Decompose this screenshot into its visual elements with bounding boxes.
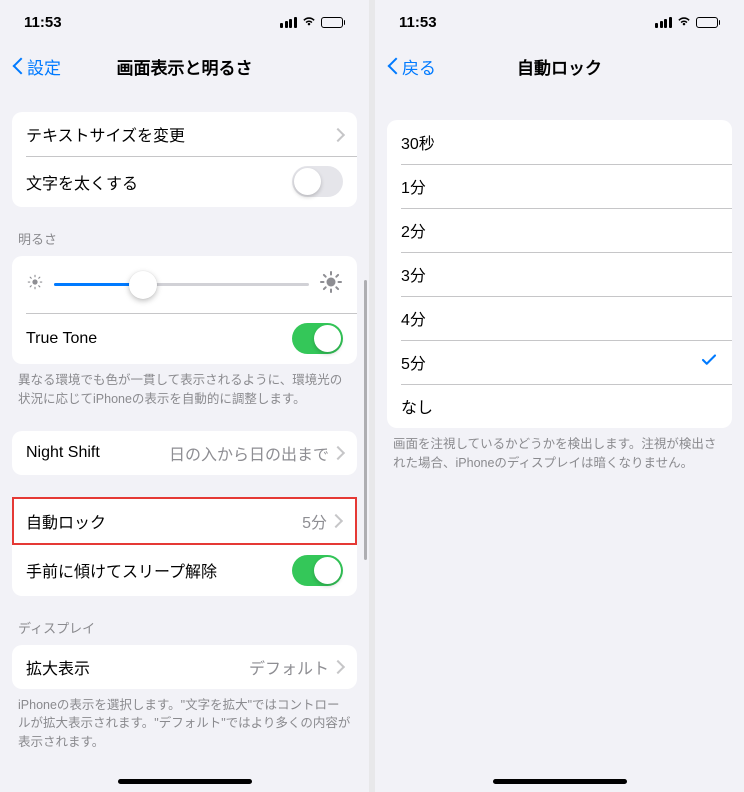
- back-button[interactable]: 設定: [12, 54, 61, 79]
- toggle-raise[interactable]: [292, 555, 343, 586]
- row-label: Night Shift: [26, 444, 169, 462]
- row-night-shift[interactable]: Night Shift 日の入から日の出まで: [12, 431, 357, 475]
- sun-large-icon: [319, 270, 343, 299]
- option-label: 4分: [401, 306, 718, 330]
- battery-icon: [696, 17, 721, 28]
- back-button[interactable]: 戻る: [387, 54, 436, 79]
- status-bar: 11:53: [375, 0, 744, 44]
- row-label: 自動ロック: [26, 509, 302, 533]
- device-display-settings: 11:53 設定 画面表示と明るさ テキストサイズを変更: [0, 0, 369, 792]
- group-footer-display: iPhoneの表示を選択します。"文字を拡大"ではコントロールが拡大表示されます…: [0, 689, 369, 752]
- device-autolock: 11:53 戻る 自動ロック 30秒 1分 2分 3分 4分 5分なし 画面を注視している…: [375, 0, 744, 792]
- chevron-left-icon: [387, 56, 399, 76]
- brightness-slider[interactable]: [54, 283, 309, 286]
- status-icons: [655, 14, 720, 31]
- row-bold-text[interactable]: 文字を太くする: [12, 156, 357, 207]
- row-display-zoom[interactable]: 拡大表示 デフォルト: [12, 645, 357, 689]
- nav-bar: 戻る 自動ロック: [375, 44, 744, 88]
- row-label: 文字を太くする: [26, 170, 292, 194]
- row-value: デフォルト: [249, 655, 329, 679]
- display-group: ディスプレイ 拡大表示 デフォルト iPhoneの表示を選択します。"文字を拡大…: [0, 618, 369, 752]
- row-true-tone[interactable]: True Tone: [12, 313, 357, 364]
- option-row[interactable]: 2分: [387, 208, 732, 252]
- wifi-icon: [301, 14, 317, 31]
- group-header-display: ディスプレイ: [0, 618, 369, 645]
- chevron-left-icon: [12, 56, 24, 76]
- row-label: 拡大表示: [26, 655, 249, 679]
- option-row[interactable]: なし: [387, 384, 732, 428]
- row-auto-lock[interactable]: 自動ロック 5分: [14, 499, 355, 543]
- status-icons: [280, 14, 345, 31]
- option-label: 30秒: [401, 130, 718, 154]
- option-label: 5分: [401, 350, 700, 374]
- cellular-icon: [655, 17, 672, 28]
- checkmark-icon: [700, 351, 718, 374]
- group-footer-autolock: 画面を注視しているかどうかを検出します。注視が検出された場合、iPhoneのディ…: [375, 428, 744, 473]
- autolock-group: 自動ロック 5分 手前に傾けてスリープ解除: [0, 497, 369, 596]
- scroll-indicator[interactable]: [364, 280, 367, 560]
- home-indicator[interactable]: [493, 779, 627, 784]
- group-footer-brightness: 異なる環境でも色が一貫して表示されるように、環境光の状況に応じてiPhoneの表…: [0, 364, 369, 409]
- back-label: 設定: [27, 54, 61, 79]
- nav-bar: 設定 画面表示と明るさ: [0, 44, 369, 88]
- chevron-right-icon: [333, 514, 341, 527]
- wifi-icon: [676, 14, 692, 31]
- settings-content: テキストサイズを変更 文字を太くする 明るさ: [0, 88, 369, 752]
- row-text-size[interactable]: テキストサイズを変更: [12, 112, 357, 156]
- highlight-autolock: 自動ロック 5分: [12, 497, 357, 545]
- battery-icon: [321, 17, 346, 28]
- back-label: 戻る: [402, 54, 436, 79]
- option-row[interactable]: 1分: [387, 164, 732, 208]
- option-label: 3分: [401, 262, 718, 286]
- row-brightness-slider: [12, 256, 357, 313]
- row-label: 手前に傾けてスリープ解除: [26, 558, 292, 582]
- toggle-bold[interactable]: [292, 166, 343, 197]
- row-label: テキストサイズを変更: [26, 122, 335, 146]
- option-row[interactable]: 4分: [387, 296, 732, 340]
- option-row[interactable]: 30秒: [387, 120, 732, 164]
- option-row[interactable]: 3分: [387, 252, 732, 296]
- sun-small-icon: [26, 273, 44, 296]
- autolock-content: 30秒 1分 2分 3分 4分 5分なし 画面を注視しているかどうかを検出します。注視が検…: [375, 88, 744, 473]
- row-value: 5分: [302, 509, 327, 533]
- text-group: テキストサイズを変更 文字を太くする: [0, 112, 369, 207]
- status-bar: 11:53: [0, 0, 369, 44]
- cellular-icon: [280, 17, 297, 28]
- toggle-truetone[interactable]: [292, 323, 343, 354]
- options-list: 30秒 1分 2分 3分 4分 5分なし: [387, 120, 732, 428]
- row-value: 日の入から日の出まで: [169, 441, 329, 465]
- nightshift-group: Night Shift 日の入から日の出まで: [0, 431, 369, 475]
- chevron-right-icon: [335, 446, 343, 459]
- option-row[interactable]: 5分: [387, 340, 732, 384]
- row-raise-to-wake[interactable]: 手前に傾けてスリープ解除: [12, 545, 357, 596]
- option-label: 1分: [401, 174, 718, 198]
- home-indicator[interactable]: [118, 779, 252, 784]
- option-label: なし: [401, 394, 718, 418]
- status-time: 11:53: [24, 14, 62, 31]
- option-label: 2分: [401, 218, 718, 242]
- row-label: True Tone: [26, 330, 292, 348]
- status-time: 11:53: [399, 14, 437, 31]
- chevron-right-icon: [335, 660, 343, 673]
- brightness-group: 明るさ: [0, 229, 369, 409]
- options-group: 30秒 1分 2分 3分 4分 5分なし 画面を注視しているかどうかを検出します。注視が検…: [375, 120, 744, 473]
- chevron-right-icon: [335, 128, 343, 141]
- group-header-brightness: 明るさ: [0, 229, 369, 256]
